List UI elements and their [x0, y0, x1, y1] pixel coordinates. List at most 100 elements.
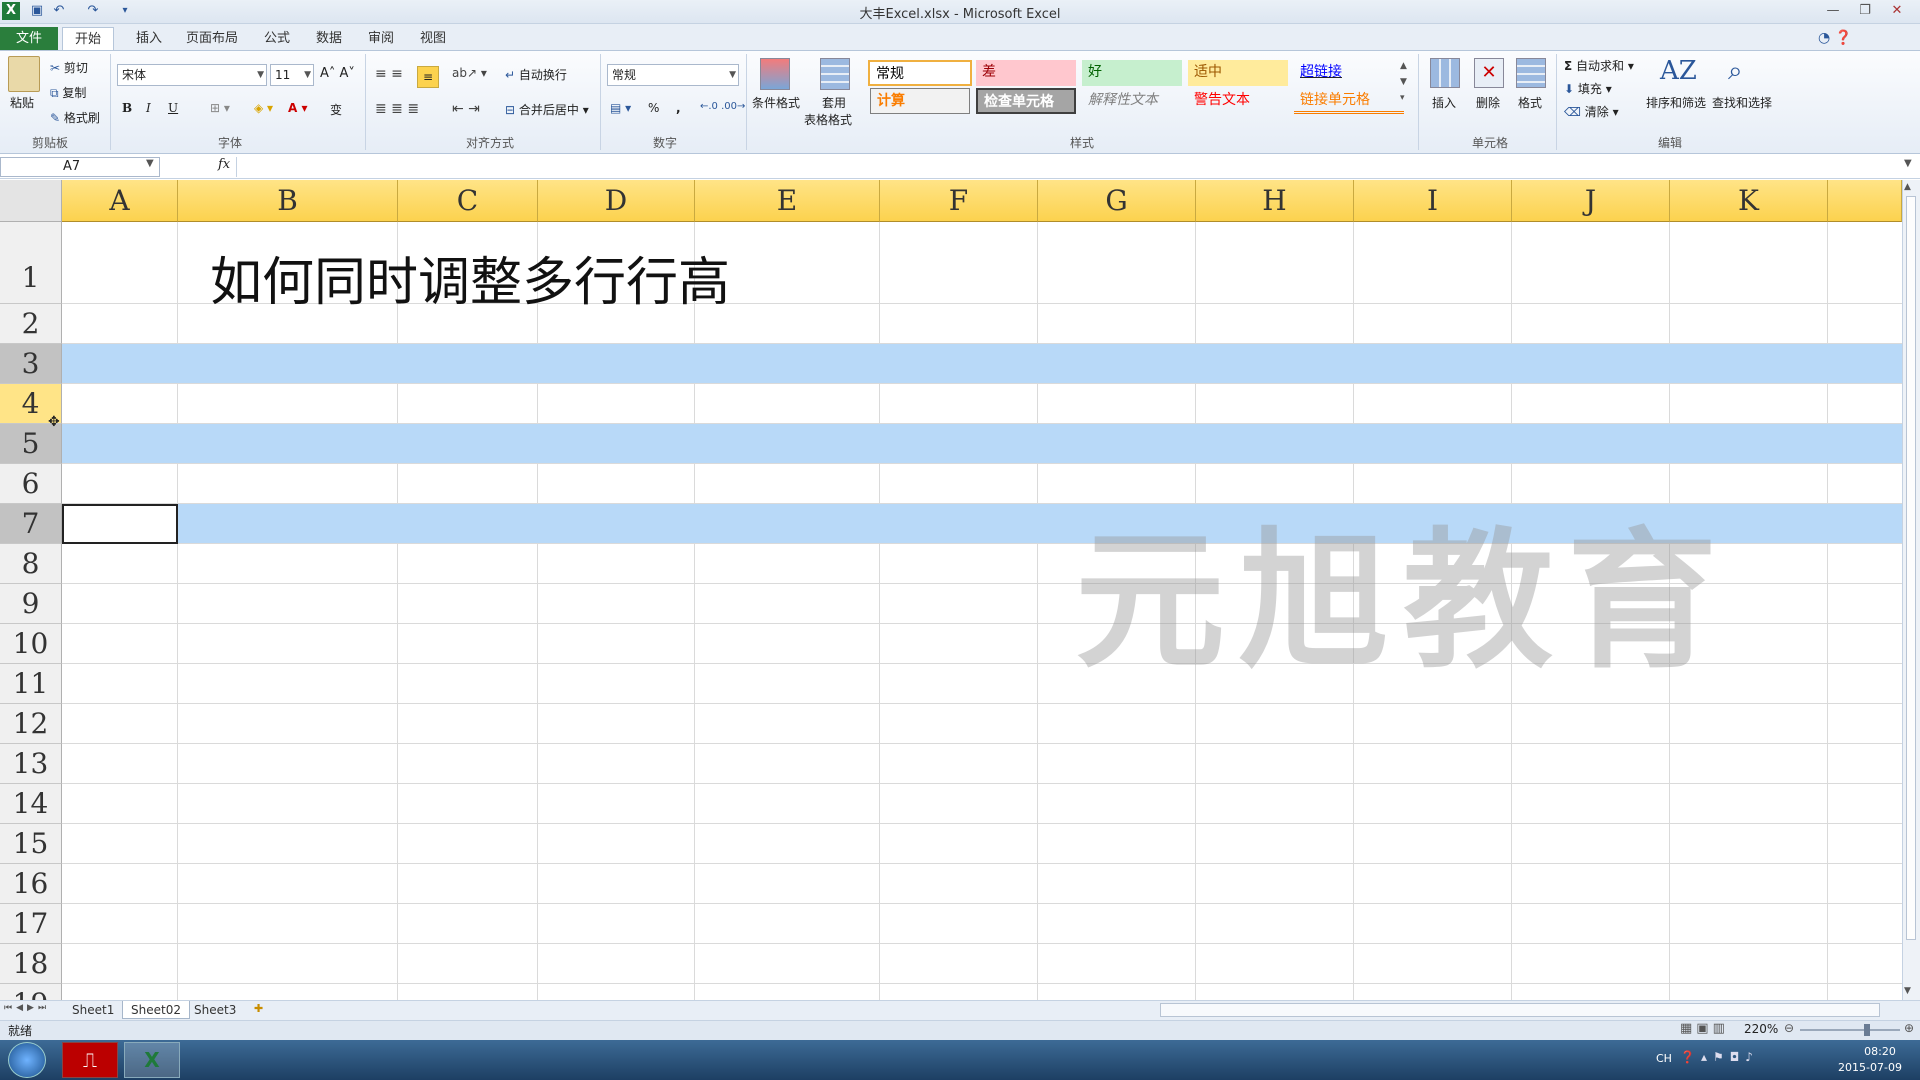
row-header-1[interactable]: 1 [0, 222, 62, 304]
view-mode-icon[interactable]: ▦▣▥ [1680, 1021, 1729, 1036]
paste-icon[interactable] [8, 56, 40, 92]
row-header-6[interactable]: 6 [0, 464, 62, 504]
row-header-12[interactable]: 12 [0, 704, 62, 744]
indent-icon[interactable]: ⇤ ⇥ [452, 101, 480, 117]
close-icon[interactable]: ✕ [1886, 2, 1908, 20]
percent-button[interactable]: % [648, 101, 659, 115]
zoom-thumb[interactable] [1864, 1024, 1870, 1036]
grow-font-icon[interactable]: A˄ A˅ [320, 66, 355, 81]
format-painter-button[interactable]: ✎ 格式刷 [50, 109, 100, 126]
style-linked-cell[interactable]: 链接单元格 [1294, 88, 1404, 114]
insert-cells-button[interactable]: 插入 [1432, 94, 1456, 111]
delete-cells-icon[interactable]: ✕ [1474, 58, 1504, 88]
find-select-button[interactable]: 查找和选择 [1712, 94, 1772, 111]
tray-icons[interactable]: ❓▴⚑◘♪ [1680, 1050, 1759, 1064]
border-icon[interactable]: ⊞ ▾ [210, 101, 230, 115]
align-bottom-icon[interactable]: ≡ [417, 66, 439, 88]
row-header-17[interactable]: 17 [0, 904, 62, 944]
scroll-down-icon[interactable]: ▼ [1904, 986, 1911, 996]
conditional-format-button[interactable]: 条件格式 [752, 94, 800, 111]
sheet-tab-1[interactable]: Sheet1 [64, 1001, 122, 1019]
underline-button[interactable]: U [168, 101, 178, 115]
currency-icon[interactable]: ▤ ▾ [610, 101, 631, 115]
row-header-15[interactable]: 15 [0, 824, 62, 864]
expand-formula-icon[interactable]: ▼ [1904, 158, 1912, 169]
column-header-J[interactable]: J [1512, 180, 1670, 222]
column-header-E[interactable]: E [695, 180, 880, 222]
sort-filter-icon[interactable]: AZ [1660, 56, 1697, 86]
italic-button[interactable]: I [146, 101, 151, 115]
zoom-level[interactable]: 220% [1744, 1022, 1778, 1036]
row-header-2[interactable]: 2 [0, 304, 62, 344]
phonetic-button[interactable]: 变 [330, 101, 342, 118]
style-calculation[interactable]: 计算 [870, 88, 970, 114]
style-neutral[interactable]: 适中 [1188, 60, 1288, 86]
column-header-I[interactable]: I [1354, 180, 1512, 222]
row-header-18[interactable]: 18 [0, 944, 62, 984]
fill-button[interactable]: ⬇ 填充 ▾ [1564, 80, 1612, 97]
sort-filter-button[interactable]: 排序和筛选 [1646, 94, 1706, 111]
select-all-corner[interactable] [0, 180, 62, 222]
active-cell-A7[interactable] [62, 504, 178, 544]
tab-data[interactable]: 数据 [304, 27, 354, 50]
autosum-button[interactable]: Σ 自动求和 ▾ [1564, 57, 1634, 74]
column-header-overflow[interactable] [1828, 180, 1902, 222]
delete-cells-button[interactable]: 删除 [1476, 94, 1500, 111]
style-good[interactable]: 好 [1082, 60, 1182, 86]
row-header-14[interactable]: 14 [0, 784, 62, 824]
column-header-H[interactable]: H [1196, 180, 1354, 222]
row-header-3[interactable]: 3 [0, 344, 62, 384]
row-header-10[interactable]: 10 [0, 624, 62, 664]
start-button-icon[interactable] [8, 1042, 46, 1078]
tab-view[interactable]: 视图 [408, 27, 458, 50]
tab-formulas[interactable]: 公式 [252, 27, 302, 50]
sheet-tab-2[interactable]: Sheet02 [122, 1001, 190, 1019]
font-name-combo[interactable]: 宋体 ▼ [117, 64, 267, 86]
insert-function-icon[interactable]: fx [218, 157, 230, 172]
restore-icon[interactable]: ❐ [1854, 2, 1876, 20]
row-header-19[interactable]: 19 [0, 984, 62, 1000]
tab-review[interactable]: 审阅 [356, 27, 406, 50]
bold-button[interactable]: B [122, 101, 132, 115]
style-normal[interactable]: 常规 [868, 60, 972, 86]
excel-app-icon[interactable]: X [124, 1042, 180, 1078]
tab-file[interactable]: 文件 [0, 27, 58, 50]
align-left-icon[interactable]: ≣ ≣ ≣ [375, 101, 419, 117]
zoom-slider[interactable] [1800, 1029, 1900, 1031]
format-cells-icon[interactable] [1516, 58, 1546, 88]
table-format-label-2[interactable]: 表格格式 [804, 111, 852, 128]
zoom-in-icon[interactable]: ⊕ [1904, 1021, 1914, 1035]
column-header-A[interactable]: A [62, 180, 178, 222]
clear-button[interactable]: ⌫ 清除 ▾ [1564, 103, 1619, 120]
zoom-out-icon[interactable]: ⊖ [1784, 1021, 1794, 1035]
align-top-icon[interactable]: ≡ ≡ [375, 66, 403, 82]
style-bad[interactable]: 差 [976, 60, 1076, 86]
column-header-C[interactable]: C [398, 180, 538, 222]
style-explanatory[interactable]: 解释性文本 [1082, 88, 1182, 114]
merge-center-button[interactable]: ⊟ 合并后居中 ▾ [505, 101, 589, 118]
sheet-nav-icon[interactable]: ⏮◀▶⏭ [4, 1003, 50, 1013]
scroll-thumb[interactable] [1906, 196, 1916, 940]
tab-insert[interactable]: 插入 [124, 27, 174, 50]
column-header-G[interactable]: G [1038, 180, 1196, 222]
language-indicator[interactable]: CH [1656, 1052, 1672, 1065]
font-size-combo[interactable]: 11 ▼ [270, 64, 314, 86]
column-header-D[interactable]: D [538, 180, 695, 222]
new-sheet-icon[interactable]: ✚ [254, 1002, 263, 1015]
column-header-K[interactable]: K [1670, 180, 1828, 222]
decimal-icon[interactable]: ←.0 .00→ [700, 101, 745, 112]
comma-button[interactable]: , [676, 101, 681, 115]
table-format-icon[interactable] [820, 58, 850, 90]
sheet-tab-3[interactable]: Sheet3 [186, 1001, 244, 1019]
horizontal-scrollbar[interactable] [1160, 1003, 1880, 1017]
tab-page-layout[interactable]: 页面布局 [174, 27, 250, 50]
paste-button[interactable]: 粘贴 [10, 94, 34, 111]
formula-input[interactable] [236, 157, 1896, 177]
column-header-F[interactable]: F [880, 180, 1038, 222]
number-format-combo[interactable]: 常规 ▼ [607, 64, 739, 86]
namebox-dropdown-icon[interactable]: ▼ [146, 158, 154, 169]
column-header-B[interactable]: B [178, 180, 398, 222]
row-header-7[interactable]: 7 [0, 504, 62, 544]
font-color-icon[interactable]: A ▾ [288, 101, 308, 115]
row-header-13[interactable]: 13 [0, 744, 62, 784]
